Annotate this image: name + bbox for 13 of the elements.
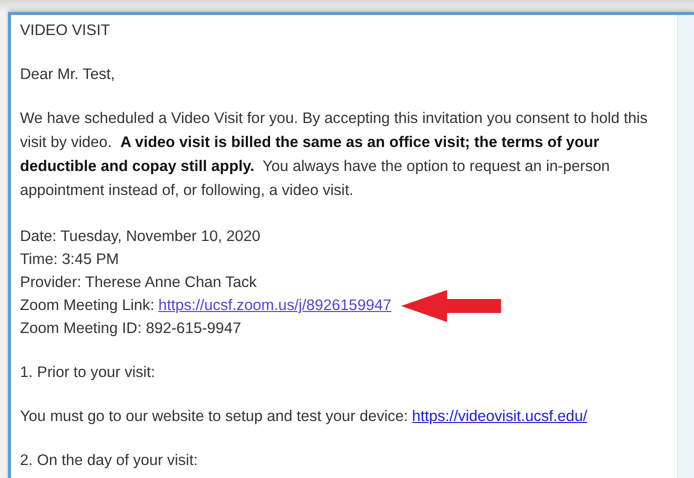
message-text: 1. Prior to your visit: xyxy=(20,363,156,383)
message-text: 2. On the day of your visit: xyxy=(20,451,199,471)
message-paragraph: We have scheduled a Video Visit for you. By accepting this invitation you consent to hold this visit by video. A video visit is billed the same as an office visit; the terms of your deductible and copay still apply. You always have the option to request an in-person appointment instead of, or following, a video visit. xyxy=(20,109,649,201)
link[interactable]: https://videovisit.ucsf.edu/ xyxy=(412,405,588,428)
detail-text: Zoom Meeting ID: 892-615-9947 xyxy=(20,319,242,339)
message-text: VIDEO VISIT xyxy=(20,21,112,41)
detail-text: You must go to our website to setup and test your device: xyxy=(20,407,408,427)
detail-text: Provider: Therese Anne Chan Tack xyxy=(20,273,257,293)
link[interactable]: https://ucsf.zoom.us/j/8926159947 xyxy=(158,294,392,317)
detail-text: Time: 3:45 PM xyxy=(20,250,119,270)
detail-text: Zoom Meeting Link: xyxy=(20,296,154,316)
detail-text: Date: Tuesday, November 10, 2020 xyxy=(20,227,260,247)
message-text: Dear Mr. Test, xyxy=(20,65,116,85)
